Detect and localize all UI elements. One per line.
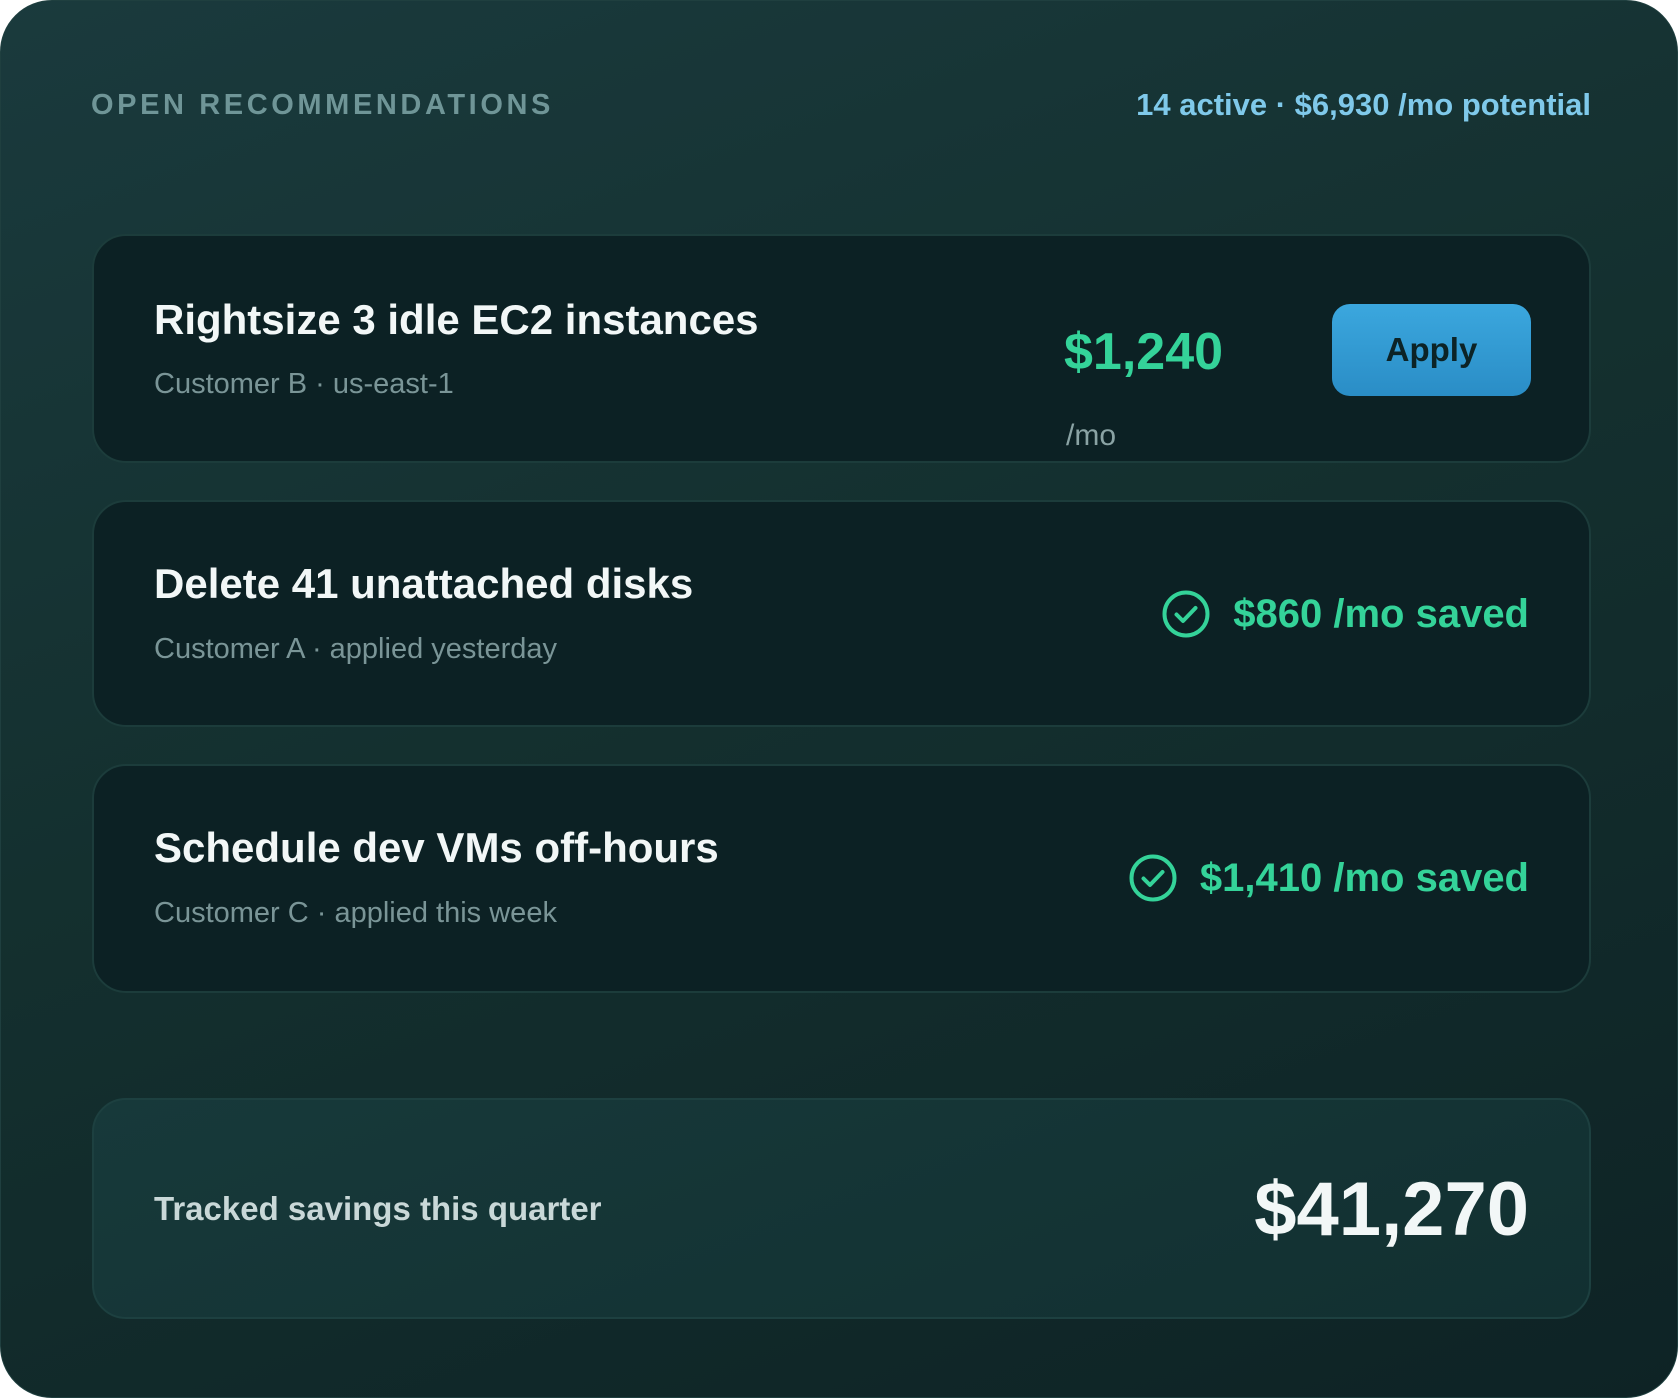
tracked-savings-label: Tracked savings this quarter <box>154 1190 602 1227</box>
potential-savings-amount: $1,240 <box>1064 323 1224 381</box>
recommendation-subtitle: Customer C · applied this week <box>154 897 557 929</box>
tracked-savings-card: Tracked savings this quarter $41,270 <box>92 1098 1591 1319</box>
recommendation-subtitle: Customer A · applied yesterday <box>154 633 557 665</box>
recommendation-card-schedule-vms: Schedule dev VMs off-hours Customer C · … <box>92 764 1591 993</box>
saved-status: $1,410 /mo saved <box>1128 853 1529 903</box>
recommendations-summary: 14 active · $6,930 /mo potential <box>1136 87 1591 122</box>
saved-amount: $1,410 /mo saved <box>1199 855 1529 900</box>
panel-header: OPEN RECOMMENDATIONS 14 active · $6,930 … <box>91 87 1591 127</box>
recommendation-title: Delete 41 unattached disks <box>154 560 694 607</box>
potential-savings-unit: /mo <box>1066 419 1117 452</box>
panel-title: OPEN RECOMMENDATIONS <box>91 89 554 121</box>
recommendation-title: Rightsize 3 idle EC2 instances <box>154 296 759 343</box>
tracked-savings-value: $41,270 <box>1254 1167 1529 1252</box>
recommendation-title: Schedule dev VMs off-hours <box>154 824 719 871</box>
apply-button[interactable]: Apply <box>1332 304 1531 396</box>
recommendations-panel: OPEN RECOMMENDATIONS 14 active · $6,930 … <box>0 0 1678 1398</box>
check-circle-icon <box>1162 590 1210 638</box>
recommendation-card-rightsize: Rightsize 3 idle EC2 instances Customer … <box>92 234 1591 463</box>
recommendation-card-delete-disks: Delete 41 unattached disks Customer A · … <box>92 500 1591 727</box>
check-circle-icon <box>1129 854 1177 902</box>
saved-amount: $860 /mo saved <box>1233 591 1529 636</box>
recommendation-subtitle: Customer B · us-east-1 <box>154 368 454 400</box>
saved-status: $860 /mo saved <box>1161 589 1529 639</box>
